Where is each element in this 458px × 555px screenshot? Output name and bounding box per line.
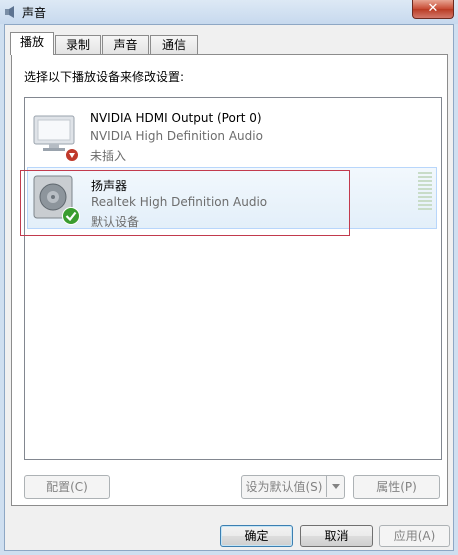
- instruction-text: 选择以下播放设备来修改设置:: [24, 70, 185, 84]
- button-label: 确定: [244, 529, 269, 543]
- cancel-button[interactable]: 取消: [300, 525, 373, 547]
- device-description: NVIDIA High Definition Audio: [90, 129, 263, 143]
- device-status: 未插入: [90, 149, 127, 163]
- chevron-down-icon: [332, 484, 340, 489]
- sound-app-icon: [5, 6, 14, 18]
- tab-recording[interactable]: 录制: [55, 35, 101, 54]
- level-bar: [418, 200, 432, 202]
- device-item-speakers[interactable]: 扬声器 Realtek High Definition Audio 默认设备: [27, 167, 437, 229]
- close-button[interactable]: ✕: [412, 0, 454, 19]
- title-bar: 声音 ✕: [0, 0, 458, 24]
- dialog-body: 播放 录制 声音 通信 选择以下播放设备来修改设置: NVIDIA HDMI O…: [4, 24, 454, 551]
- playback-panel: 选择以下播放设备来修改设置: NVIDIA HDMI Output (Port …: [11, 54, 448, 506]
- default-check-icon: [62, 207, 80, 225]
- level-bar: [418, 180, 432, 182]
- tab-communications[interactable]: 通信: [150, 35, 198, 54]
- ok-button[interactable]: 确定: [220, 525, 293, 547]
- button-label: 属性(P): [376, 480, 417, 494]
- device-description: Realtek High Definition Audio: [91, 195, 268, 209]
- level-bar: [418, 204, 432, 206]
- level-bar: [418, 208, 432, 210]
- configure-button[interactable]: 配置(C): [24, 475, 110, 499]
- button-label: 设为默认值(S): [245, 480, 323, 494]
- level-bar: [418, 172, 432, 174]
- tab-label: 录制: [65, 38, 90, 52]
- button-label: 配置(C): [46, 480, 88, 494]
- level-bar: [418, 188, 432, 190]
- level-bar: [418, 176, 432, 178]
- unplugged-badge-icon: [65, 148, 79, 162]
- tab-playback[interactable]: 播放: [10, 32, 54, 55]
- button-label: 取消: [324, 529, 349, 543]
- set-default-dropdown[interactable]: [326, 475, 345, 499]
- tab-sounds[interactable]: 声音: [102, 35, 149, 54]
- device-status: 默认设备: [91, 215, 140, 229]
- device-name: 扬声器: [91, 179, 128, 193]
- level-bar: [418, 192, 432, 194]
- apply-button[interactable]: 应用(A): [379, 525, 450, 547]
- level-bar: [418, 184, 432, 186]
- device-list[interactable]: NVIDIA HDMI Output (Port 0) NVIDIA High …: [24, 97, 442, 460]
- close-icon: ✕: [427, 1, 439, 16]
- tab-label: 声音: [113, 38, 138, 52]
- device-name: NVIDIA HDMI Output (Port 0): [90, 111, 262, 125]
- properties-button[interactable]: 属性(P): [353, 475, 440, 499]
- button-label: 应用(A): [393, 529, 436, 543]
- tab-label: 播放: [19, 35, 44, 49]
- device-item-hdmi[interactable]: NVIDIA HDMI Output (Port 0) NVIDIA High …: [27, 102, 437, 164]
- level-bar: [418, 196, 432, 198]
- volume-level-meter: [418, 172, 432, 212]
- window-title: 声音: [22, 6, 47, 20]
- tab-label: 通信: [161, 38, 186, 52]
- split-divider: [326, 476, 327, 497]
